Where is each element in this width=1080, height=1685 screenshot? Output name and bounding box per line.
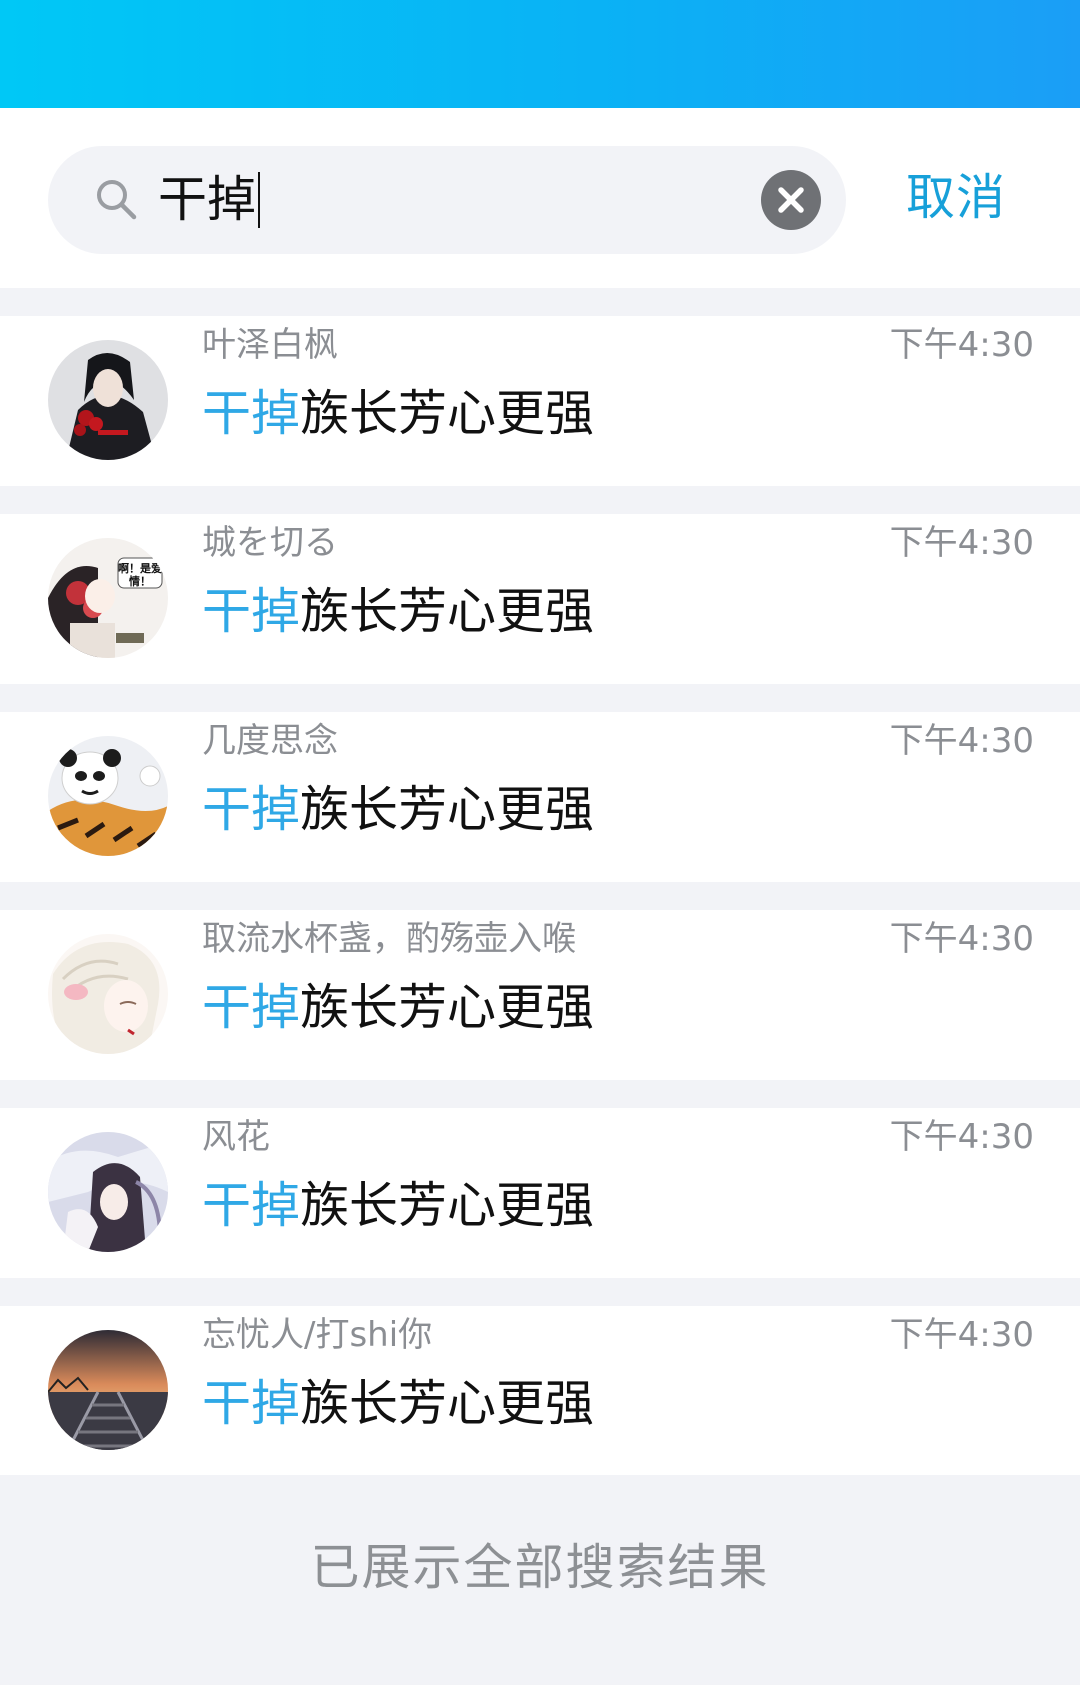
message-preview: 干掉族长芳心更强	[202, 578, 594, 646]
avatar[interactable]	[48, 340, 168, 460]
message-rest: 族长芳心更强	[300, 385, 595, 442]
match-highlight: 干掉	[202, 583, 301, 640]
panda-tiger-meme-avatar	[48, 736, 168, 856]
contact-name: 几度思念	[202, 721, 338, 761]
row-divider	[0, 684, 1080, 712]
results-footer: 已展示全部搜索结果	[0, 1475, 1080, 1685]
match-highlight: 干掉	[202, 1375, 301, 1432]
message-rest: 族长芳心更强	[300, 781, 595, 838]
contact-name: 风花	[202, 1117, 270, 1157]
result-row[interactable]: 风花 下午4:30 干掉族长芳心更强	[0, 1108, 1080, 1278]
message-time: 下午4:30	[889, 721, 1034, 761]
avatar[interactable]	[48, 934, 168, 1054]
avatar[interactable]: 啊！是爱情！	[48, 538, 168, 658]
message-time: 下午4:30	[889, 919, 1034, 959]
message-time: 下午4:30	[889, 523, 1034, 563]
message-preview: 干掉族长芳心更强	[202, 974, 594, 1042]
clear-icon[interactable]	[761, 170, 821, 230]
cancel-button[interactable]: 取消	[906, 160, 1026, 236]
row-divider	[0, 882, 1080, 910]
message-preview: 干掉族长芳心更强	[202, 1172, 594, 1240]
result-row[interactable]: 取流水杯盏，酌殇壶入喉 下午4:30 干掉族长芳心更强	[0, 910, 1080, 1080]
result-row[interactable]: 啊！是爱情！ 城を切る 下午4:30 干掉族长芳心更强	[0, 514, 1080, 684]
message-time: 下午4:30	[889, 1117, 1034, 1157]
message-time: 下午4:30	[889, 325, 1034, 365]
search-field[interactable]: 干掉	[48, 146, 846, 254]
text-caret	[258, 171, 261, 228]
contact-name: 忘忧人/打shi你	[202, 1315, 433, 1355]
message-rest: 族长芳心更强	[300, 979, 595, 1036]
result-row[interactable]: 忘忧人/打shi你 下午4:30 干掉族长芳心更强	[0, 1306, 1080, 1476]
search-query: 干掉	[158, 171, 257, 228]
match-highlight: 干掉	[202, 979, 301, 1036]
message-preview: 干掉族长芳心更强	[202, 1370, 594, 1438]
contact-name: 城を切る	[202, 523, 338, 563]
search-bar: 干掉 取消	[0, 108, 1080, 288]
status-bar	[0, 0, 1080, 108]
message-rest: 族长芳心更强	[300, 1375, 595, 1432]
match-highlight: 干掉	[202, 385, 301, 442]
message-preview: 干掉族长芳心更强	[202, 776, 594, 844]
dark-robed-figure-avatar	[48, 340, 168, 460]
anime-portrait-avatar	[48, 1132, 168, 1252]
match-highlight: 干掉	[202, 1177, 301, 1234]
message-preview: 干掉族长芳心更强	[202, 380, 594, 448]
message-time: 下午4:30	[889, 1315, 1034, 1355]
avatar[interactable]	[48, 1330, 168, 1450]
row-divider	[0, 1080, 1080, 1108]
search-results-list: 叶泽白枫 下午4:30 干掉族长芳心更强 啊！是爱情！ 城を切る 下午4:30 …	[0, 288, 1080, 1476]
contact-name: 取流水杯盏，酌殇壶入喉	[202, 919, 576, 959]
result-row[interactable]: 几度思念 下午4:30 干掉族长芳心更强	[0, 712, 1080, 882]
row-divider	[0, 486, 1080, 514]
message-rest: 族长芳心更强	[300, 1177, 595, 1234]
sunset-railway-avatar	[48, 1330, 168, 1450]
avatar[interactable]	[48, 736, 168, 856]
row-divider	[0, 1278, 1080, 1306]
search-icon	[94, 177, 138, 221]
all-results-shown-text: 已展示全部搜索结果	[310, 1539, 770, 1596]
search-input[interactable]: 干掉	[158, 164, 678, 236]
message-rest: 族长芳心更强	[300, 583, 595, 640]
avatar-caption: 啊！是爱情！	[118, 562, 162, 588]
result-row[interactable]: 叶泽白枫 下午4:30 干掉族长芳心更强	[0, 316, 1080, 486]
contact-name: 叶泽白枫	[202, 325, 338, 365]
row-divider	[0, 288, 1080, 316]
match-highlight: 干掉	[202, 781, 301, 838]
avatar[interactable]	[48, 1132, 168, 1252]
white-haired-anime-avatar	[48, 934, 168, 1054]
